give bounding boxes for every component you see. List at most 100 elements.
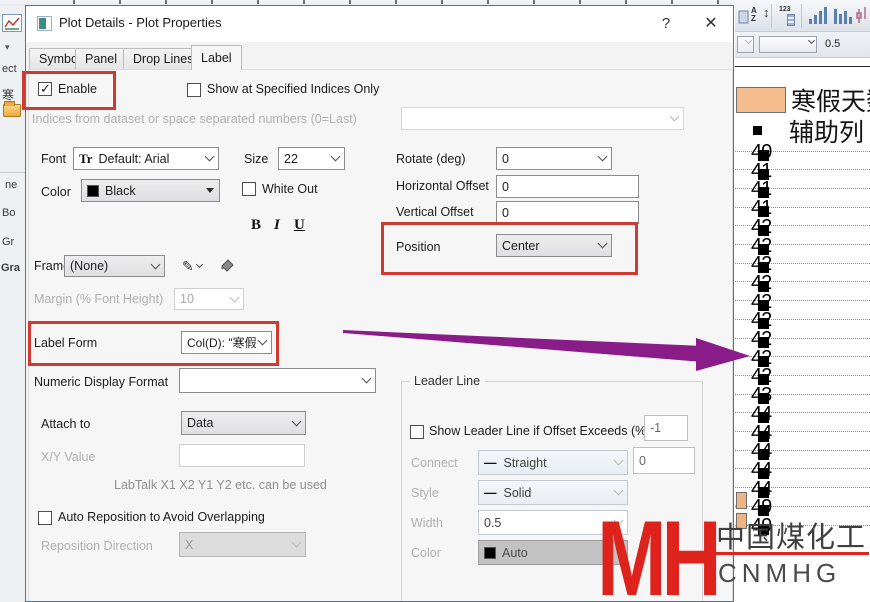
chevron-down-icon xyxy=(195,260,203,268)
set-values-icon[interactable]: 123 xyxy=(779,6,801,28)
leader-color-value: Auto xyxy=(502,545,528,560)
margin-dropdown[interactable]: 10 xyxy=(174,288,244,310)
tree-item-fragment[interactable]: Gr xyxy=(2,236,14,248)
tree-item-fragment[interactable]: ect xyxy=(2,63,17,75)
ascending-bars-icon[interactable] xyxy=(807,5,829,27)
reposition-direction-label: Reposition Direction xyxy=(41,539,153,553)
numeric-format-dropdown[interactable] xyxy=(179,368,376,393)
line-sample-icon: — xyxy=(484,485,497,500)
dialog-titlebar[interactable]: Plot Details - Plot Properties ? ✕ xyxy=(26,6,733,42)
auto-reposition-label: Auto Reposition to Avoid Overlapping xyxy=(58,510,265,524)
graph-window-icon[interactable] xyxy=(2,14,22,32)
reposition-direction-value: X xyxy=(185,537,194,552)
size-label: Size xyxy=(244,152,269,166)
attach-to-value: Data xyxy=(187,416,214,430)
watermark-chinese-text: 中国煤化工 xyxy=(716,522,867,554)
pen-icon: ✎ xyxy=(182,257,194,274)
leader-color-swatch xyxy=(484,546,496,559)
color-dropdown[interactable]: Black xyxy=(81,179,220,202)
connect-label: Connect xyxy=(411,456,458,470)
style-value: Solid xyxy=(503,485,532,500)
connect-dropdown[interactable]: — Straight xyxy=(478,450,628,475)
hoffset-input[interactable]: 0 xyxy=(496,175,639,198)
voffset-input[interactable]: 0 xyxy=(496,201,639,224)
show-at-indices-label: Show at Specified Indices Only xyxy=(207,82,380,96)
folder-icon[interactable] xyxy=(3,101,21,117)
connect-extra-input[interactable]: 0 xyxy=(633,447,695,474)
labtalk-hint: LabTalk X1 X2 Y1 Y2 etc. can be used xyxy=(114,478,327,492)
bold-button[interactable]: B xyxy=(251,217,261,234)
histogram-icon[interactable] xyxy=(832,5,854,27)
show-leader-line-label: Show Leader Line if Offset Exceeds (%) xyxy=(429,424,651,438)
indices-dropdown[interactable] xyxy=(401,107,684,130)
font-value: Default: Arial xyxy=(98,151,170,166)
bar-segment xyxy=(736,492,747,509)
help-button[interactable]: ? xyxy=(653,12,679,36)
font-dropdown[interactable]: Tr Default: Arial xyxy=(73,147,219,170)
italic-button[interactable]: I xyxy=(274,217,280,234)
tree-item-fragment[interactable]: Bo xyxy=(2,207,15,219)
mini-dropdown[interactable] xyxy=(737,36,754,53)
font-face-icon: Tr xyxy=(79,150,93,166)
annotation-box-label-form xyxy=(28,321,279,366)
attach-to-label: Attach to xyxy=(41,417,91,431)
color-label: Color xyxy=(41,185,71,199)
xy-value-input[interactable] xyxy=(179,444,305,467)
leader-offset-value: -1 xyxy=(650,421,662,435)
line-width-value[interactable]: 0.5 xyxy=(825,38,840,50)
tab-label[interactable]: Label xyxy=(191,45,242,70)
divider xyxy=(0,172,25,173)
style-label: Style xyxy=(411,486,439,500)
connect-value: Straight xyxy=(503,455,547,470)
toolbar-separator xyxy=(801,4,802,28)
leader-offset-input[interactable]: -1 xyxy=(644,415,688,441)
legend-point-symbol xyxy=(753,126,762,135)
line-sample-icon: — xyxy=(484,455,497,470)
watermark-underline xyxy=(716,552,869,555)
white-out-label: White Out xyxy=(262,182,318,196)
attach-to-dropdown[interactable]: Data xyxy=(181,411,306,435)
close-button[interactable]: ✕ xyxy=(698,12,724,36)
plot-top-axis xyxy=(735,66,870,67)
underline-button[interactable]: U xyxy=(294,217,305,234)
width-label: Width xyxy=(411,516,443,530)
tree-item-fragment[interactable]: Gra xyxy=(1,262,20,274)
hoffset-value: 0 xyxy=(502,179,509,194)
watermark-latin-text: CNMHG xyxy=(718,558,842,588)
paint-bucket-icon xyxy=(221,259,234,272)
frame-line-color-button[interactable]: ✎ xyxy=(178,255,206,277)
toolbar-row-2: 0.5 xyxy=(735,32,870,58)
tree-item-fragment[interactable]: ne xyxy=(5,179,17,191)
frame-value: (None) xyxy=(70,259,109,273)
size-value: 22 xyxy=(284,151,298,166)
size-dropdown[interactable]: 22 xyxy=(278,147,345,170)
line-style-dropdown[interactable] xyxy=(759,36,817,53)
leader-line-title: Leader Line xyxy=(409,374,486,388)
legend-bar-swatch xyxy=(736,87,786,113)
sort-icon[interactable]: A Z ↕ xyxy=(751,6,773,29)
frame-fill-color-button[interactable] xyxy=(215,255,239,277)
toolbar-overflow-icon[interactable]: ▾ xyxy=(5,42,10,53)
white-out-checkbox[interactable] xyxy=(242,182,256,196)
show-leader-line-checkbox[interactable] xyxy=(410,425,424,439)
width-value: 0.5 xyxy=(484,515,502,530)
color-value: Black xyxy=(105,183,136,198)
show-at-indices-checkbox[interactable] xyxy=(187,83,201,97)
scatter-icon[interactable] xyxy=(856,5,870,27)
tab-panel[interactable]: Panel xyxy=(75,48,127,69)
reposition-direction-dropdown[interactable]: X xyxy=(179,532,306,557)
frame-dropdown[interactable]: (None) xyxy=(64,255,165,277)
voffset-label: Vertical Offset xyxy=(396,205,474,219)
rotate-label: Rotate (deg) xyxy=(396,152,466,166)
watermark-logo: MH xyxy=(597,500,722,602)
numeric-format-label: Numeric Display Format xyxy=(34,375,169,389)
dialog-title: Plot Details - Plot Properties xyxy=(59,15,222,30)
annotation-box-position xyxy=(381,222,638,275)
partial-icon[interactable] xyxy=(735,5,749,27)
leader-color-label: Color xyxy=(411,546,441,560)
hoffset-label: Horizontal Offset xyxy=(396,179,489,193)
color-swatch xyxy=(87,184,99,197)
voffset-value: 0 xyxy=(502,205,509,220)
auto-reposition-checkbox[interactable] xyxy=(38,511,52,525)
rotate-dropdown[interactable]: 0 xyxy=(496,147,612,170)
